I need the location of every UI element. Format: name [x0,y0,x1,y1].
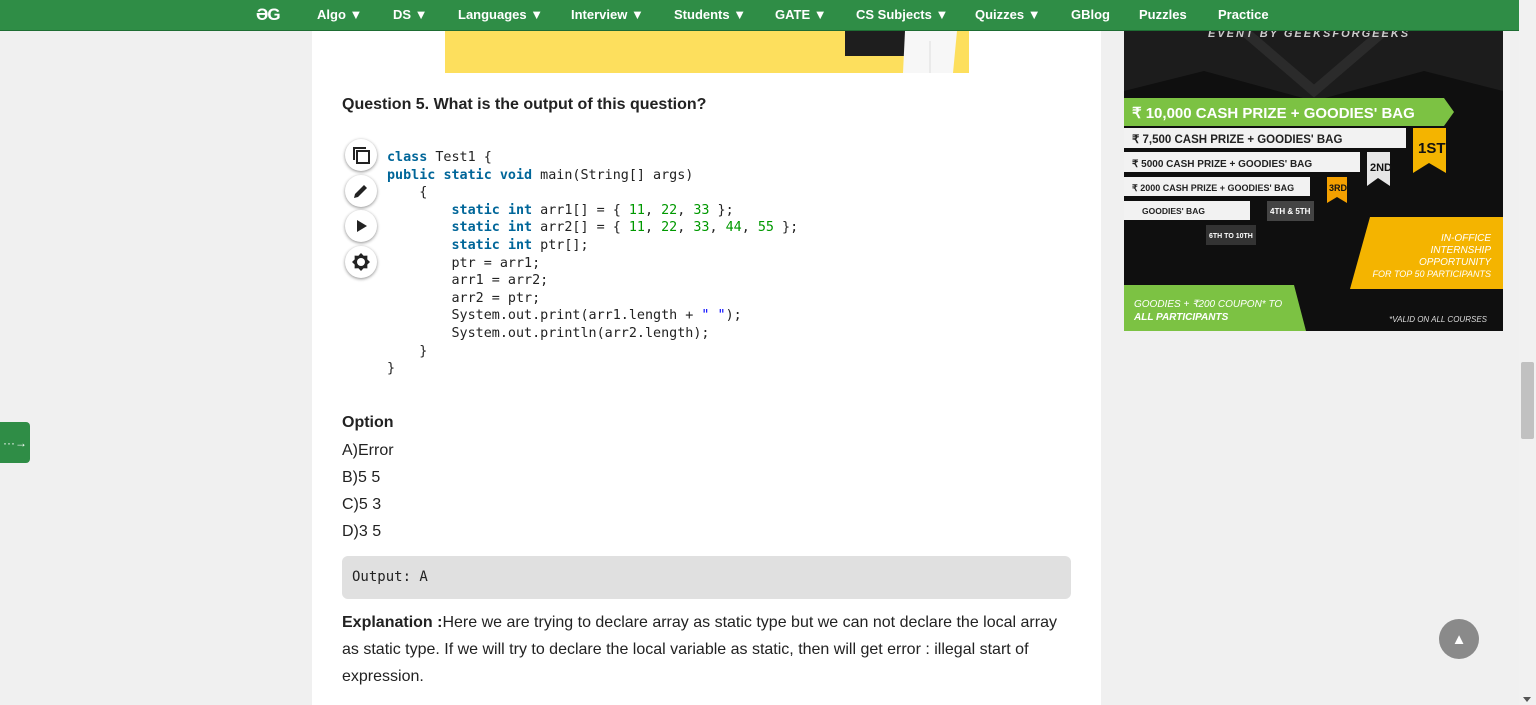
code-line: class Test1 { [387,150,492,165]
copy-button[interactable] [345,139,377,171]
code-line: static int arr2[] = { 11, 22, 33, 44, 55… [451,220,799,236]
options-heading: Option [342,414,394,431]
option-b: B)5 5 [342,469,381,486]
prize-3rd: ₹ 5000 CASH PRIZE + GOODIES' BAG [1132,159,1312,170]
code-line: { [387,185,428,201]
nav-students[interactable]: Students ▼ [674,7,746,22]
prize-1st: ₹ 10,000 CASH PRIZE + GOODIES' BAG [1132,105,1415,122]
nav-ds[interactable]: DS ▼ [393,7,428,22]
code-line: public static void main(String[] args) [387,167,694,183]
nav-puzzles[interactable]: Puzzles [1139,7,1187,22]
option-a: A)Error [342,442,394,459]
internship-line-2: INTERNSHIP [1430,245,1491,256]
code-line: System.out.println(arr2.length); [387,325,710,341]
article-banner-image [445,31,969,73]
scrollbar-thumb[interactable] [1521,362,1534,439]
output-box: Output: A [342,556,1071,599]
internship-line-4: FOR TOP 50 PARTICIPANTS [1372,269,1491,279]
nav-quizzes[interactable]: Quizzes ▼ [975,7,1041,22]
run-button[interactable] [345,210,377,242]
prize-4th: ₹ 2000 CASH PRIZE + GOODIES' BAG [1132,183,1294,193]
explanation: Explanation :Here we are trying to decla… [342,609,1077,690]
edit-button[interactable] [345,174,377,207]
code-line: } [387,343,428,359]
coupon-line-2: ALL PARTICIPANTS [1133,312,1229,323]
rank-2: 2ND [1370,162,1392,174]
question-title: Question 5. What is the output of this q… [342,96,707,113]
prize-2nd: ₹ 7,500 CASH PRIZE + GOODIES' BAG [1132,134,1342,146]
side-panel-toggle-button[interactable]: ···→ [0,422,30,463]
code-block: class Test1 { public static void main(Str… [387,149,798,378]
scroll-to-top-button[interactable]: ▲ [1439,619,1479,659]
nav-practice[interactable]: Practice [1218,7,1269,22]
output-text: Output: A [352,569,428,585]
explanation-label: Explanation : [342,614,443,631]
code-toolbar [345,139,381,281]
valid-note: *VALID ON ALL COURSES [1389,315,1487,324]
nav-cs-subjects[interactable]: CS Subjects ▼ [856,7,948,22]
brightness-icon [352,252,370,271]
play-icon [357,220,367,232]
option-d: D)3 5 [342,523,382,540]
explanation-text: Here we are trying to declare array as s… [342,614,1057,685]
prize-5th: GOODIES' BAG [1142,206,1205,216]
code-line: static int ptr[]; [451,237,589,253]
nav-interview[interactable]: Interview ▼ [571,7,644,22]
gfg-logo[interactable]: ƏG [256,5,281,25]
option-c: C)5 3 [342,496,382,513]
nav-gate[interactable]: GATE ▼ [775,7,827,22]
nav-algo[interactable]: Algo ▼ [317,7,362,22]
ad-graphic: EVENT BY GEEKSFORGEEKS ₹ 10,000 CASH PRI… [1124,31,1503,331]
theme-toggle-button[interactable] [345,245,377,278]
nav-gblog[interactable]: GBlog [1071,7,1110,22]
code-line: ptr = arr1; [387,255,541,271]
code-line: } [387,361,396,377]
internship-line-3: OPPORTUNITY [1419,257,1492,268]
rank-4-5: 4TH & 5TH [1270,207,1311,216]
nav-languages[interactable]: Languages ▼ [458,7,543,22]
scroll-down-arrow-icon[interactable] [1523,697,1531,702]
rank-1: 1ST [1418,140,1446,157]
contest-advertisement[interactable]: EVENT BY GEEKSFORGEEKS ₹ 10,000 CASH PRI… [1124,31,1503,331]
code-line: arr1 = arr2; [387,273,549,289]
article-content: Question 5. What is the output of this q… [312,31,1101,705]
page-scrollbar[interactable] [1519,0,1536,705]
copy-icon [353,147,370,164]
code-line: arr2 = ptr; [387,290,541,306]
ad-header: EVENT BY GEEKSFORGEEKS [1208,31,1410,40]
pencil-icon [354,184,367,198]
top-navbar: ƏG Algo ▼ DS ▼ Languages ▼ Interview ▼ S… [0,0,1536,31]
code-line: static int arr1[] = { 11, 22, 33 }; [451,202,734,218]
person-illustration [845,31,957,73]
code-line: System.out.print(arr1.length + " "); [387,308,742,324]
internship-line-1: IN-OFFICE [1441,233,1491,244]
rank-3: 3RD [1329,183,1348,193]
rank-6-10: 6TH TO 10TH [1209,233,1253,240]
coupon-line-1: GOODIES + ₹200 COUPON* TO [1134,299,1282,310]
